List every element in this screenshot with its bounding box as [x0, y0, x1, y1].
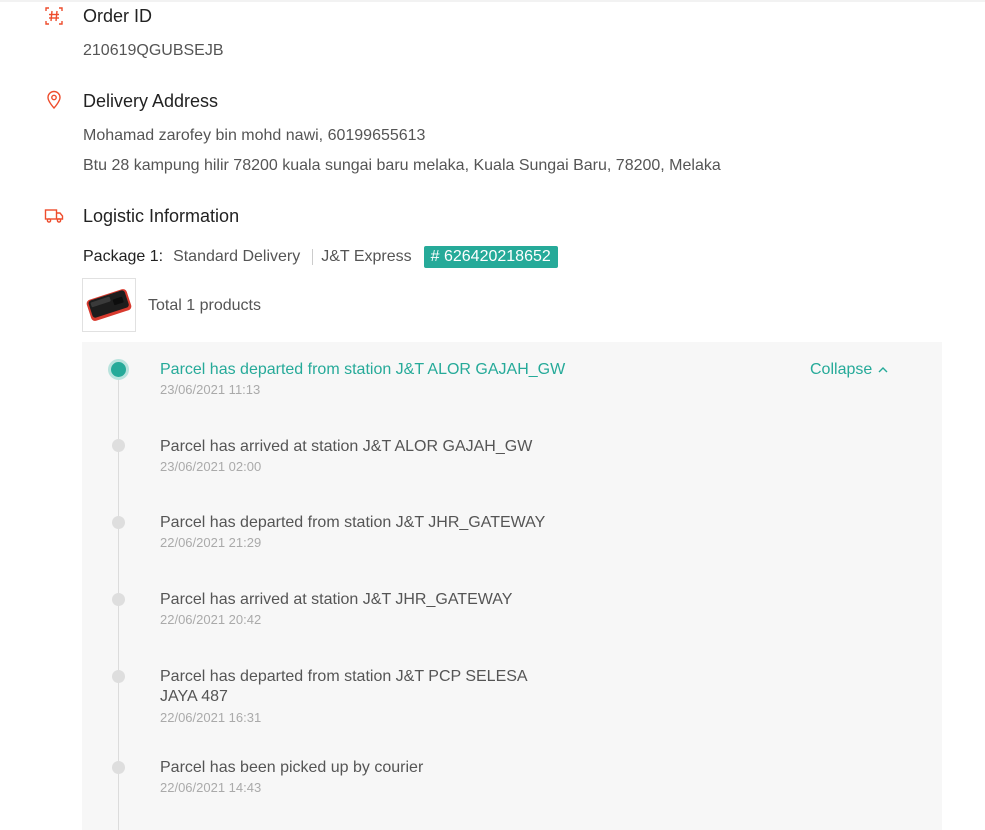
timeline-event-text: Parcel has departed from station J&T ALO… [160, 361, 566, 378]
timeline-event-time: 22/06/2021 21:29 [160, 535, 262, 550]
order-id-value: 210619QGUBSEJB [83, 42, 224, 59]
timeline-dot [112, 439, 125, 452]
tracking-timeline: Collapse Parcel has departed from statio… [82, 342, 942, 830]
timeline-event-time: 23/06/2021 11:13 [160, 382, 261, 397]
timeline-dot [112, 593, 125, 606]
product-thumbnail[interactable] [82, 278, 136, 332]
total-products: Total 1 products [148, 297, 261, 314]
logistic-title: Logistic Information [83, 206, 240, 226]
package-row: Package 1: Standard Delivery J&T Express… [83, 246, 558, 268]
top-divider [0, 0, 985, 2]
collapse-button[interactable]: Collapse [810, 361, 888, 379]
timeline-event-time: 23/06/2021 02:00 [160, 459, 262, 474]
package-label: Package 1: [83, 248, 164, 265]
tracking-number-badge[interactable]: # 626420218652 [423, 246, 558, 268]
location-pin-icon [44, 90, 64, 110]
truck-icon [44, 205, 64, 225]
timeline-event-text: Parcel has departed from station J&T JHR… [160, 514, 546, 531]
timeline-event-time: 22/06/2021 14:43 [160, 780, 262, 795]
timeline-dot [112, 516, 125, 529]
timeline-event-time: 22/06/2021 20:42 [160, 612, 262, 627]
timeline-event-text: Parcel has arrived at station J&T ALOR G… [160, 438, 533, 455]
timeline-event-time: 22/06/2021 16:31 [160, 710, 262, 725]
courier-name: J&T Express [321, 248, 412, 265]
timeline-event-text: Parcel has been picked up by courier [160, 759, 424, 776]
timeline-dot-active [108, 359, 129, 380]
timeline-event-text: Parcel has departed from station J&T PCP… [160, 668, 527, 705]
address-line: Btu 28 kampung hilir 78200 kuala sungai … [83, 157, 721, 174]
shipping-service: Standard Delivery [173, 248, 301, 265]
package-divider [312, 249, 314, 265]
timeline-event-text: Parcel has arrived at station J&T JHR_GA… [160, 591, 513, 608]
chevron-up-icon [878, 367, 888, 373]
order-id-icon [44, 6, 64, 26]
timeline-dot [112, 761, 125, 774]
collapse-label: Collapse [810, 361, 873, 378]
order-id-title: Order ID [83, 6, 153, 26]
timeline-dot [112, 670, 125, 683]
recipient-name-phone: Mohamad zarofey bin mohd nawi, 601996556… [83, 127, 426, 144]
delivery-address-title: Delivery Address [83, 91, 219, 111]
